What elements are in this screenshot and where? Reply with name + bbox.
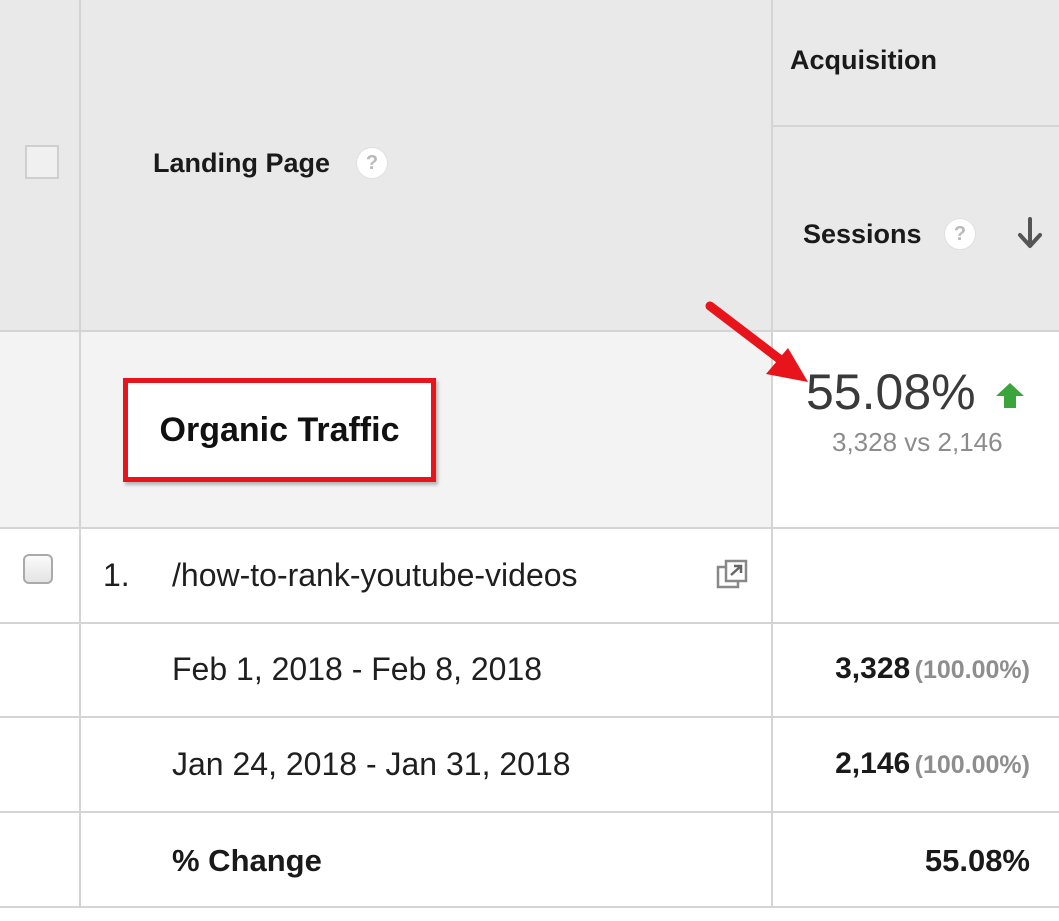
- red-arrow-annotation: [700, 296, 820, 396]
- date-range-previous: Jan 24, 2018 - Jan 31, 2018: [172, 746, 571, 782]
- row-divider: [0, 622, 1059, 624]
- sessions-value: 2,146: [835, 747, 911, 780]
- header-divider: [771, 125, 1059, 127]
- row-divider: [0, 811, 1059, 813]
- acquisition-header: Acquisition: [790, 45, 937, 75]
- row-divider: [0, 527, 1059, 529]
- row-divider: [0, 906, 1059, 908]
- row-checkbox[interactable]: [23, 554, 53, 584]
- segment-change-pct: 55.08%: [806, 364, 976, 420]
- sessions-header[interactable]: Sessions: [803, 219, 922, 250]
- row-divider: [79, 332, 81, 528]
- arrow-down-icon[interactable]: [1015, 217, 1045, 251]
- header-divider: [79, 0, 81, 332]
- segment-name-highlight: Organic Traffic: [123, 378, 436, 482]
- trend-up-icon: [994, 381, 1026, 411]
- row-divider: [79, 528, 81, 908]
- segment-comparison: 3,328 vs 2,146: [832, 427, 1003, 457]
- select-all-checkbox[interactable]: [25, 145, 59, 179]
- open-in-new-window-icon[interactable]: [716, 559, 750, 591]
- sessions-previous: 2,146 (100.00%): [772, 747, 1030, 781]
- landing-page-link[interactable]: /how-to-rank-youtube-videos: [172, 557, 578, 594]
- segment-name: Organic Traffic: [159, 410, 400, 449]
- row-divider: [0, 716, 1059, 718]
- date-range-current: Feb 1, 2018 - Feb 8, 2018: [172, 651, 543, 687]
- help-icon[interactable]: ?: [356, 147, 388, 179]
- landing-page-header[interactable]: Landing Page: [153, 148, 330, 179]
- percent-change-value: 55.08%: [924, 843, 1030, 878]
- sessions-share: (100.00%): [914, 656, 1030, 684]
- help-icon[interactable]: ?: [944, 218, 976, 250]
- sessions-current: 3,328 (100.00%): [772, 652, 1030, 686]
- header-divider: [771, 0, 773, 332]
- row-index: 1.: [103, 557, 130, 593]
- percent-change-label: % Change: [172, 843, 322, 878]
- sessions-value: 3,328: [835, 652, 911, 685]
- sessions-share: (100.00%): [914, 751, 1030, 779]
